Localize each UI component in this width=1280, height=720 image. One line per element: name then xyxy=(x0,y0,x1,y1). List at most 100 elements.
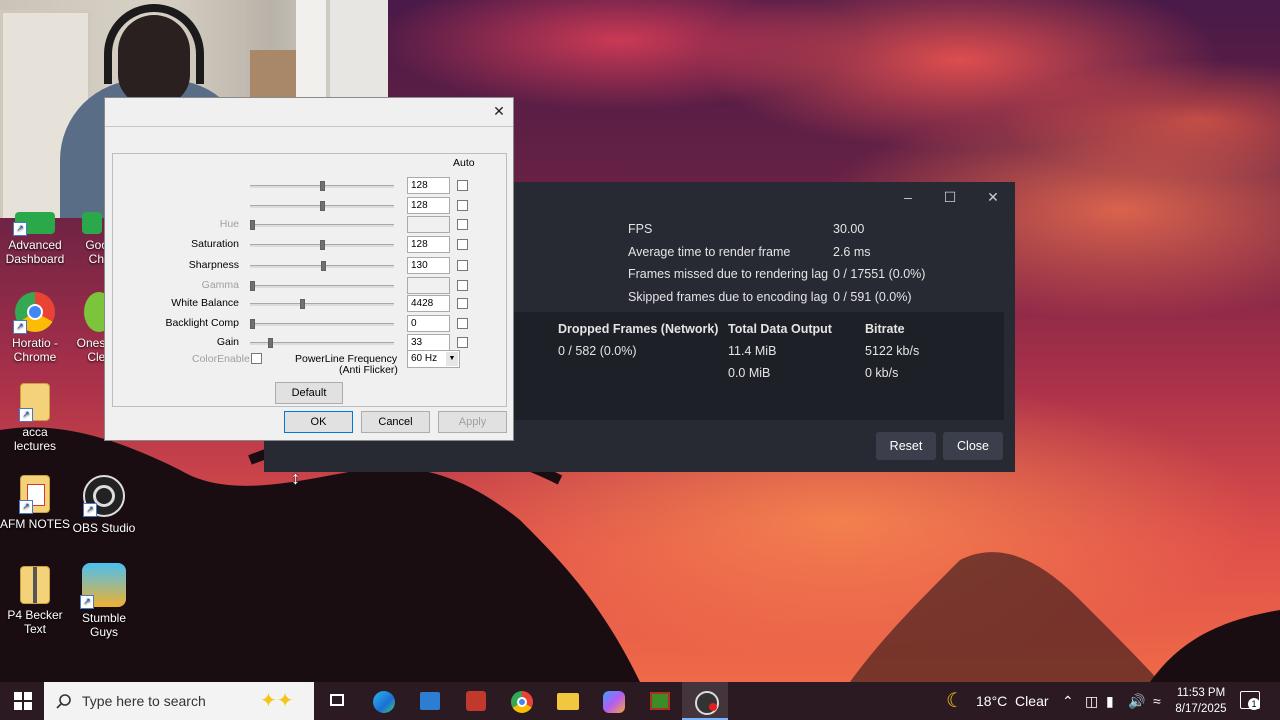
property-value-field[interactable]: 33 xyxy=(407,334,450,351)
auto-column-header: Auto xyxy=(453,157,475,169)
powerline-sublabel: (Anti Flicker) xyxy=(339,364,398,376)
taskbar-app-green[interactable] xyxy=(636,682,682,720)
property-slider[interactable] xyxy=(250,240,394,250)
pdf-folder-icon: ↗ xyxy=(19,475,50,514)
color-enable-checkbox[interactable] xyxy=(251,353,262,364)
taskbar-obs[interactable] xyxy=(682,682,728,720)
auto-checkbox[interactable] xyxy=(457,318,468,329)
property-label: White Balance xyxy=(171,297,239,309)
weather-icon: ☾ xyxy=(946,690,964,712)
property-value-field[interactable]: 128 xyxy=(407,236,450,253)
desktop-icon-horatio-chrome[interactable]: ↗ Horatio - Chrome xyxy=(0,292,70,364)
auto-checkbox[interactable] xyxy=(457,280,468,291)
auto-checkbox[interactable] xyxy=(457,260,468,271)
stat-label-frames-missed: Frames missed due to rendering lag xyxy=(628,267,829,281)
property-slider[interactable] xyxy=(250,299,394,309)
apply-button[interactable]: Apply xyxy=(438,411,507,433)
reset-button[interactable]: Reset xyxy=(876,432,936,460)
output-dropped-frames: 0 / 582 (0.0%) xyxy=(558,344,637,358)
default-button[interactable]: Default xyxy=(275,382,343,404)
clock[interactable]: 11:53 PM 8/17/2025 xyxy=(1170,685,1232,717)
record-indicator-icon xyxy=(709,703,717,711)
slider-thumb[interactable] xyxy=(300,299,305,309)
property-slider xyxy=(250,220,394,230)
desktop-icon-afm-notes[interactable]: ↗ AFM NOTES xyxy=(0,475,70,531)
battery-icon[interactable]: ▮ xyxy=(1106,682,1114,720)
auto-checkbox[interactable] xyxy=(457,219,468,230)
task-view-button[interactable] xyxy=(314,682,360,720)
stumble-guys-icon: ↗ xyxy=(80,563,126,609)
taskbar-store[interactable] xyxy=(406,682,452,720)
slider-thumb[interactable] xyxy=(320,240,325,250)
desktop-icon-label: Stumble Guys xyxy=(81,611,127,639)
desktop-icon-obs-studio[interactable]: ↗ OBS Studio xyxy=(69,475,139,535)
tab-strip xyxy=(105,126,513,127)
notifications-button[interactable]: 1 xyxy=(1240,691,1260,710)
slider-thumb[interactable] xyxy=(320,201,325,211)
taskbar-edge[interactable] xyxy=(360,682,406,720)
clock-time: 11:53 PM xyxy=(1176,687,1226,699)
property-label: Saturation xyxy=(191,238,239,250)
property-label: Gamma xyxy=(201,279,239,291)
search-box[interactable]: Type here to search ✦✦ xyxy=(44,682,314,720)
start-button[interactable] xyxy=(0,682,46,720)
slider-thumb[interactable] xyxy=(250,319,255,329)
taskbar-chrome[interactable] xyxy=(498,682,544,720)
slider-thumb[interactable] xyxy=(321,261,326,271)
output-bitrate: 0 kb/s xyxy=(865,366,899,380)
column-header-total-data: Total Data Output xyxy=(728,322,832,336)
property-value-field[interactable]: 0 xyxy=(407,315,450,332)
auto-checkbox[interactable] xyxy=(457,298,468,309)
search-placeholder: Type here to search xyxy=(82,693,206,709)
stat-value-frames-missed: 0 / 17551 (0.0%) xyxy=(833,267,926,281)
property-slider[interactable] xyxy=(250,338,394,348)
taskbar-copilot[interactable] xyxy=(590,682,636,720)
property-slider[interactable] xyxy=(250,201,394,211)
close-icon[interactable]: ✕ xyxy=(983,188,1003,206)
auto-checkbox[interactable] xyxy=(457,180,468,191)
chrome-icon xyxy=(511,691,533,713)
property-label: Sharpness xyxy=(188,259,239,271)
taskbar: Type here to search ✦✦ ☾ 18°C Clear ⌃ ◫ … xyxy=(0,682,1280,720)
slider-thumb[interactable] xyxy=(320,181,325,191)
powerline-select[interactable]: 60 Hz ▼ xyxy=(407,350,460,368)
windows-icon xyxy=(14,692,32,710)
desktop-icon-advanced-dashboard[interactable]: ↗ Advanced Dashboard xyxy=(0,212,70,266)
folder-icon: ↗ xyxy=(19,383,50,422)
property-slider[interactable] xyxy=(250,319,394,329)
property-value-field[interactable]: 130 xyxy=(407,257,450,274)
taskbar-app[interactable] xyxy=(452,682,498,720)
stat-label-fps: FPS xyxy=(628,222,653,236)
desktop-icon-stumble-guys[interactable]: ↗ Stumble Guys xyxy=(69,563,139,639)
ok-button[interactable]: OK xyxy=(284,411,353,433)
desktop-icon-acca-lectures[interactable]: ↗ acca lectures xyxy=(0,383,70,453)
property-slider[interactable] xyxy=(250,181,394,191)
maximize-icon[interactable]: ☐ xyxy=(940,188,960,206)
weather-text[interactable]: 18°C Clear xyxy=(976,682,1049,720)
chevron-up-icon[interactable]: ⌃ xyxy=(1062,682,1074,720)
cancel-button[interactable]: Cancel xyxy=(361,411,430,433)
stat-label-skipped-frames: Skipped frames due to encoding lag xyxy=(628,290,828,304)
edge-icon xyxy=(373,691,395,713)
wifi-icon[interactable]: ≈ xyxy=(1153,682,1161,720)
property-value-field[interactable]: 4428 xyxy=(407,295,450,312)
property-slider[interactable] xyxy=(250,261,394,271)
close-button[interactable]: Close xyxy=(943,432,1003,460)
slider-thumb[interactable] xyxy=(268,338,273,348)
volume-icon[interactable]: 🔊 xyxy=(1128,682,1145,720)
chevron-down-icon: ▼ xyxy=(446,352,458,366)
meet-icon[interactable]: ◫ xyxy=(1085,682,1098,720)
property-value-field[interactable]: 128 xyxy=(407,177,450,194)
property-value-field[interactable]: 128 xyxy=(407,197,450,214)
folder-icon xyxy=(557,693,579,710)
close-icon[interactable]: ✕ xyxy=(491,103,507,119)
auto-checkbox[interactable] xyxy=(457,239,468,250)
auto-checkbox[interactable] xyxy=(457,337,468,348)
auto-checkbox[interactable] xyxy=(457,200,468,211)
output-bitrate: 5122 kb/s xyxy=(865,344,920,358)
minimize-icon[interactable]: – xyxy=(898,188,918,206)
desktop-icon-label: P4 Becker Text xyxy=(7,608,63,636)
taskbar-file-explorer[interactable] xyxy=(544,682,590,720)
desktop-icon-p4-becker-text[interactable]: P4 Becker Text xyxy=(0,566,70,636)
zip-folder-icon xyxy=(20,566,50,604)
